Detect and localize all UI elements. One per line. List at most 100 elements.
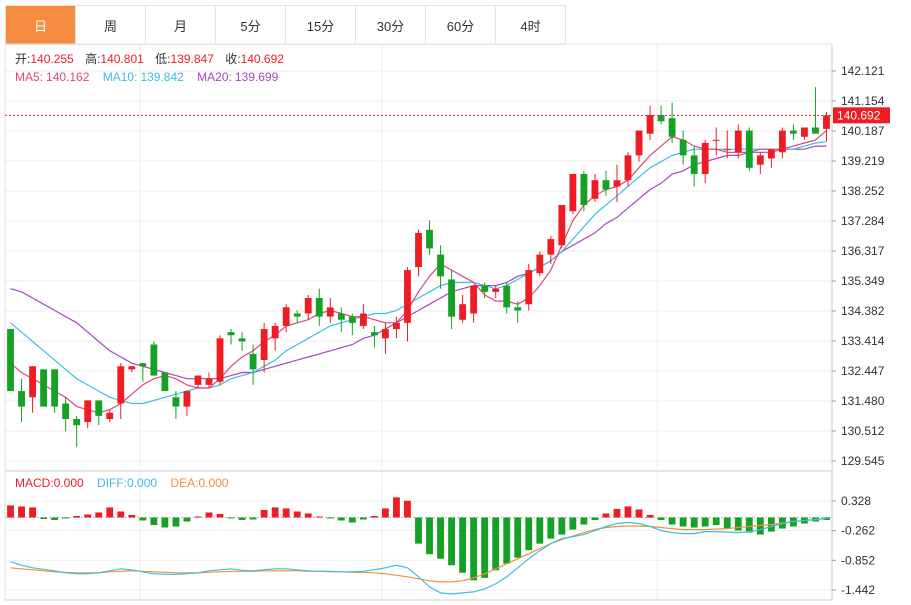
- macd-bar: [40, 517, 48, 520]
- macd-bar: [249, 517, 257, 520]
- ma-legend: MA5: 140.162 MA10: 139.842 MA20: 139.699: [15, 70, 279, 84]
- candle-body: [260, 329, 268, 361]
- macd-bar: [128, 514, 136, 518]
- candle: [7, 329, 14, 392]
- candle: [712, 127, 720, 156]
- macd-bar: [624, 506, 632, 518]
- candle-body: [315, 298, 323, 317]
- price-tick-label: 139.219: [841, 154, 885, 168]
- candle-body: [62, 403, 70, 419]
- macd-axis-ticks: 0.328 -0.262 -0.852 -1.442: [832, 494, 875, 597]
- candle: [635, 130, 643, 162]
- candle: [304, 294, 312, 320]
- macd-bar: [404, 500, 411, 518]
- macd-bar: [525, 517, 533, 551]
- candle: [789, 124, 797, 140]
- candle-body: [756, 155, 764, 165]
- candle: [348, 313, 356, 336]
- candle: [591, 173, 599, 202]
- candle-body: [536, 254, 544, 274]
- candle: [547, 236, 555, 264]
- price-tick-label: 137.284: [841, 214, 885, 228]
- candle-body: [624, 155, 632, 181]
- macd-bar: [558, 517, 566, 535]
- macd-bar: [326, 517, 334, 519]
- macd-bar: [106, 507, 114, 518]
- candle-body: [580, 173, 588, 206]
- candle-body: [481, 285, 489, 292]
- candle: [216, 335, 224, 385]
- macd-bar: [701, 517, 709, 527]
- chart-area[interactable]: 142.121 141.154 140.187 139.219 138.252 137.2…: [0, 0, 911, 605]
- candle-body: [227, 332, 235, 336]
- candle: [249, 344, 257, 385]
- price-tick-label: 141.154: [841, 94, 885, 108]
- candle-body: [701, 142, 709, 174]
- candle: [326, 298, 334, 323]
- candle-body: [503, 285, 511, 308]
- macd-bar: [635, 509, 643, 518]
- candle: [812, 87, 819, 134]
- macd-bar: [29, 507, 36, 518]
- price-tick-label: 140.187: [841, 124, 885, 138]
- candle: [95, 400, 103, 426]
- macd-bar: [95, 512, 103, 518]
- candle: [415, 229, 422, 277]
- last-price-label: 140.692: [837, 108, 881, 122]
- candle-body: [194, 375, 202, 385]
- candle-body: [448, 279, 455, 317]
- candle: [613, 164, 621, 202]
- price-tick-label: 133.414: [841, 334, 885, 348]
- candle: [459, 294, 467, 323]
- candlesticks: [7, 87, 830, 447]
- candle: [602, 170, 610, 196]
- candle-body: [95, 400, 103, 416]
- candle-body: [404, 270, 411, 323]
- candle: [194, 375, 202, 388]
- macd-bar: [150, 517, 158, 526]
- candle: [370, 325, 378, 348]
- candle: [745, 127, 753, 171]
- candle-body: [172, 397, 180, 407]
- macd-bar: [668, 517, 676, 525]
- macd-bar: [602, 513, 610, 518]
- candle-body: [238, 338, 246, 342]
- macd-tick-label: -0.852: [841, 553, 875, 567]
- candle: [801, 127, 808, 140]
- candle-body: [569, 173, 577, 212]
- candle-body: [646, 115, 654, 134]
- macd-bar: [117, 511, 125, 518]
- macd-bar: [448, 517, 455, 566]
- candle-body: [370, 332, 378, 336]
- candle-body: [29, 366, 36, 398]
- candle-body: [591, 180, 599, 199]
- candle-body: [139, 363, 147, 367]
- candle-body: [7, 329, 14, 392]
- candle-body: [767, 149, 775, 159]
- candle-body: [789, 130, 797, 134]
- macd-bar: [646, 514, 654, 518]
- candle: [723, 130, 731, 159]
- candle: [128, 366, 136, 373]
- candle-body: [161, 372, 169, 392]
- candle-body: [602, 180, 610, 190]
- macd-bar: [293, 511, 301, 518]
- candle-body: [823, 115, 830, 129]
- price-tick-label: 134.382: [841, 304, 885, 318]
- macd-bar: [51, 517, 59, 521]
- macd-tick-label: 0.328: [841, 494, 871, 508]
- candle: [40, 369, 48, 407]
- macd-bar: [260, 509, 268, 518]
- price-tick-label: 142.121: [841, 64, 885, 78]
- candle-body: [437, 254, 444, 277]
- price-tick-label: 138.252: [841, 184, 885, 198]
- macd-bar: [712, 517, 720, 526]
- candle: [426, 220, 433, 255]
- candle-body: [459, 304, 467, 320]
- macd-bar: [470, 517, 478, 581]
- candle: [823, 111, 830, 142]
- price-axis-ticks: 142.121 141.154 140.187 139.219 138.252 137.2…: [832, 64, 885, 468]
- candle: [437, 245, 444, 289]
- candle: [271, 322, 279, 351]
- macd-bar: [348, 517, 356, 523]
